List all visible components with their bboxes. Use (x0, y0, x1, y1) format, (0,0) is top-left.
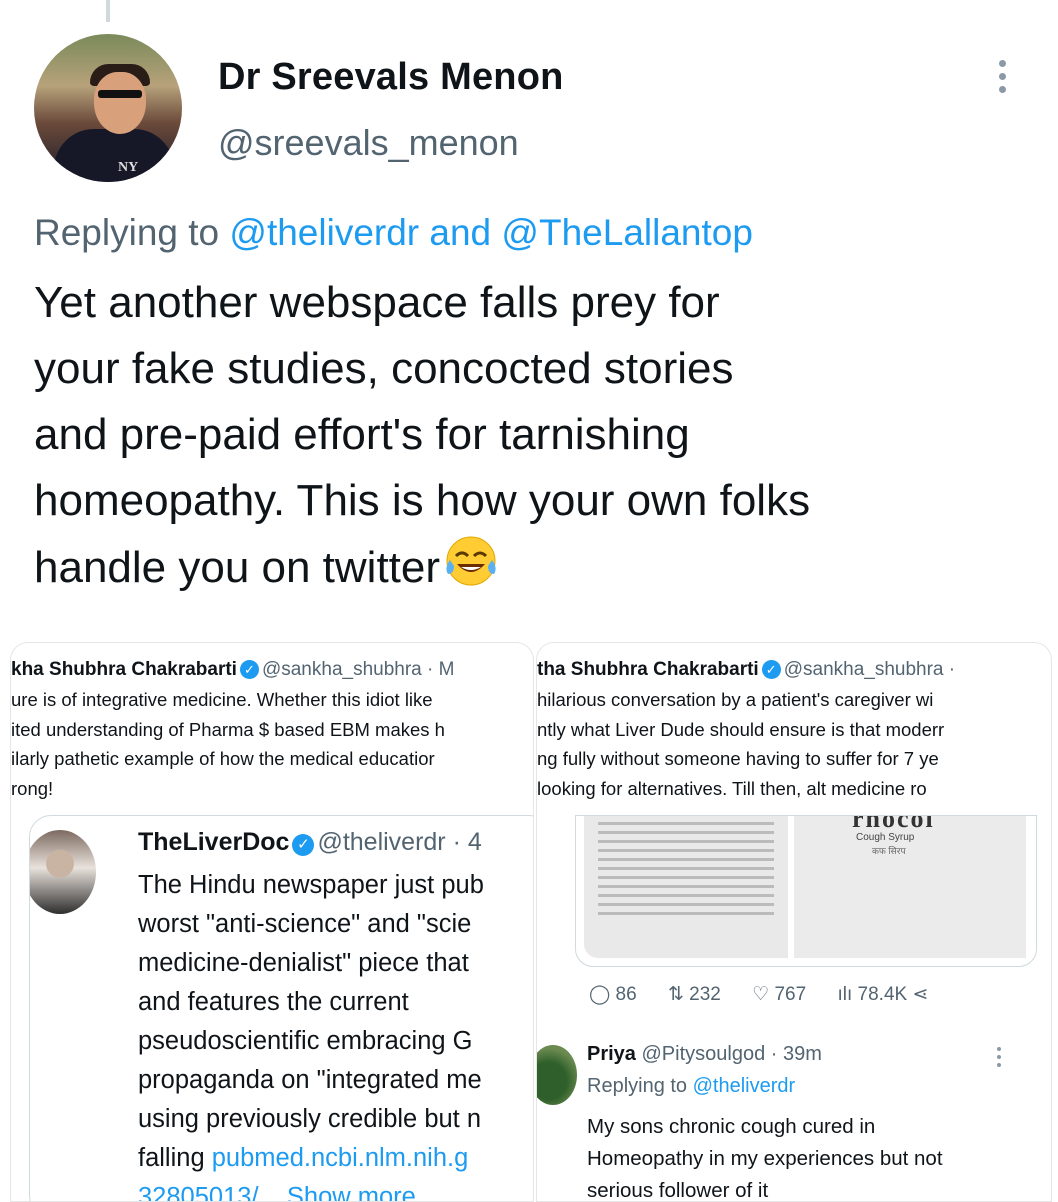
more-vertical-icon (995, 1045, 1003, 1069)
tweet-line: homeopathy. This is how your own folks (34, 476, 811, 525)
views-icon: ılı (837, 984, 853, 1005)
retweet-icon: ⇅ (667, 984, 684, 1005)
quoted-text-body: The Hindu newspaper just pub worst "anti… (138, 871, 484, 1133)
retweet-stat: ⇅ 232 (668, 984, 721, 1005)
reply-text: My sons chronic cough cured in Homeopath… (587, 1115, 943, 1202)
verified-badge-icon: ✓ (292, 834, 315, 856)
avatar[interactable]: NY (34, 34, 182, 182)
reply-icon: ◯ (589, 984, 611, 1005)
screenshot-left[interactable]: kha Shubhra Chakrabarti ✓ @sankha_shubhra … (10, 642, 534, 1202)
embedded-author-name: tha Shubhra Chakrabarti (537, 659, 759, 680)
quoted-tweet-card: TheLiverDoc ✓ @theliverdr · 4 The Hindu ne… (29, 815, 533, 1202)
reply-avatar (537, 1045, 577, 1105)
thread-connector (106, 0, 110, 22)
avatar-glasses (98, 90, 142, 98)
embedded-author-handle: @sankha_shubhra · (783, 659, 956, 680)
verified-badge-icon: ✓ (761, 660, 781, 679)
product-box-image (584, 816, 788, 958)
like-stat: ♡ 767 (752, 984, 806, 1005)
reply-author-name: Priya (587, 1043, 636, 1065)
views-stat: ılı 78.4K ⋖ (837, 984, 928, 1005)
embedded-tweet-header: kha Shubhra Chakrabarti ✓ @sankha_shubhra … (11, 659, 454, 681)
quoted-link: pubmed.ncbi.nlm.nih.g (211, 1144, 469, 1172)
embedded-tweet-header: tha Shubhra Chakrabarti ✓ @sankha_shubhra … (537, 659, 955, 681)
avatar-shirt (54, 129, 174, 182)
views-count: 78.4K (857, 984, 908, 1005)
like-count: 767 (774, 984, 807, 1005)
author-name[interactable]: Dr Sreevals Menon (218, 56, 564, 99)
screenshot-right[interactable]: tha Shubhra Chakrabarti ✓ @sankha_shubhra … (536, 642, 1052, 1202)
quoted-link-continued: 32805013/... Show more (138, 1183, 416, 1202)
replying-prefix: Replying to (34, 212, 220, 253)
retweet-count: 232 (689, 984, 721, 1005)
verified-badge-icon: ✓ (239, 660, 259, 679)
product-bottle-image: rnocol Cough Syrup कफ सिरप (794, 816, 1026, 958)
mention-conjunction: and (429, 212, 492, 253)
embedded-tweet-text: ure is of integrative medicine. Whether … (11, 689, 445, 799)
tweet-line: handle you on twitter (34, 543, 441, 592)
reply-count: 86 (615, 984, 637, 1005)
embedded-author-handle: @sankha_shubhra · M (261, 659, 455, 680)
mention-thelallantop[interactable]: @TheLallantop (501, 212, 753, 253)
quoted-author-name: TheLiverDoc (138, 828, 290, 856)
reply-author-handle: @Pitysoulgod · 39m (641, 1043, 822, 1065)
tweet-line: your fake studies, concocted stories (34, 344, 734, 393)
author-handle[interactable]: @sreevals_menon (218, 122, 519, 164)
product-subtitle: Cough Syrup (856, 832, 915, 843)
reply-context: Replying to @theliverdr (587, 1075, 795, 1098)
product-image-card: rnocol Cough Syrup कफ सिरप (575, 815, 1037, 967)
embedded-tweet-text: hilarious conversation by a patient's ca… (537, 689, 945, 799)
replying-to: Replying to @theliverdr and @TheLallanto… (34, 212, 753, 254)
quoted-text: The Hindu newspaper just pub worst "anti… (138, 866, 484, 1202)
tweet-line: and pre-paid effort's for tarnishing (34, 410, 690, 459)
heart-icon: ♡ (752, 984, 770, 1005)
tears-of-joy-emoji (444, 534, 498, 607)
tweet-line: Yet another webspace falls prey for (34, 278, 720, 327)
engagement-bar: ◯ 86 ⇅ 232 ♡ 767 ılı 78.4K ⋖ (589, 983, 954, 1006)
share-icon: ⋖ (912, 984, 929, 1005)
quoted-avatar (30, 830, 96, 914)
avatar-face (94, 72, 146, 134)
product-subtitle-hindi: कफ सिरप (872, 846, 906, 856)
quoted-author-handle: @theliverdr · 4 (317, 828, 482, 856)
quoted-text-last-prefix: falling (138, 1144, 212, 1172)
reply-stat: ◯ 86 (589, 984, 637, 1005)
tweet-text: Yet another webspace falls prey for your… (34, 270, 1024, 607)
reply-context-mention: @theliverdr (692, 1075, 796, 1097)
avatar-shirt-logo: NY (118, 160, 139, 175)
quoted-header: TheLiverDoc ✓ @theliverdr · 4 (138, 828, 482, 857)
more-vertical-icon[interactable] (990, 58, 1014, 96)
embedded-author-name: kha Shubhra Chakrabarti (11, 659, 237, 680)
mention-theliverdr[interactable]: @theliverdr (229, 212, 419, 253)
reply-header: Priya @Pitysoulgod · 39m (587, 1043, 822, 1066)
tweet-line-last: handle you on twitter (34, 534, 1024, 607)
reply-context-prefix: Replying to (587, 1075, 688, 1097)
attached-images[interactable]: kha Shubhra Chakrabarti ✓ @sankha_shubhra … (10, 642, 1052, 1202)
